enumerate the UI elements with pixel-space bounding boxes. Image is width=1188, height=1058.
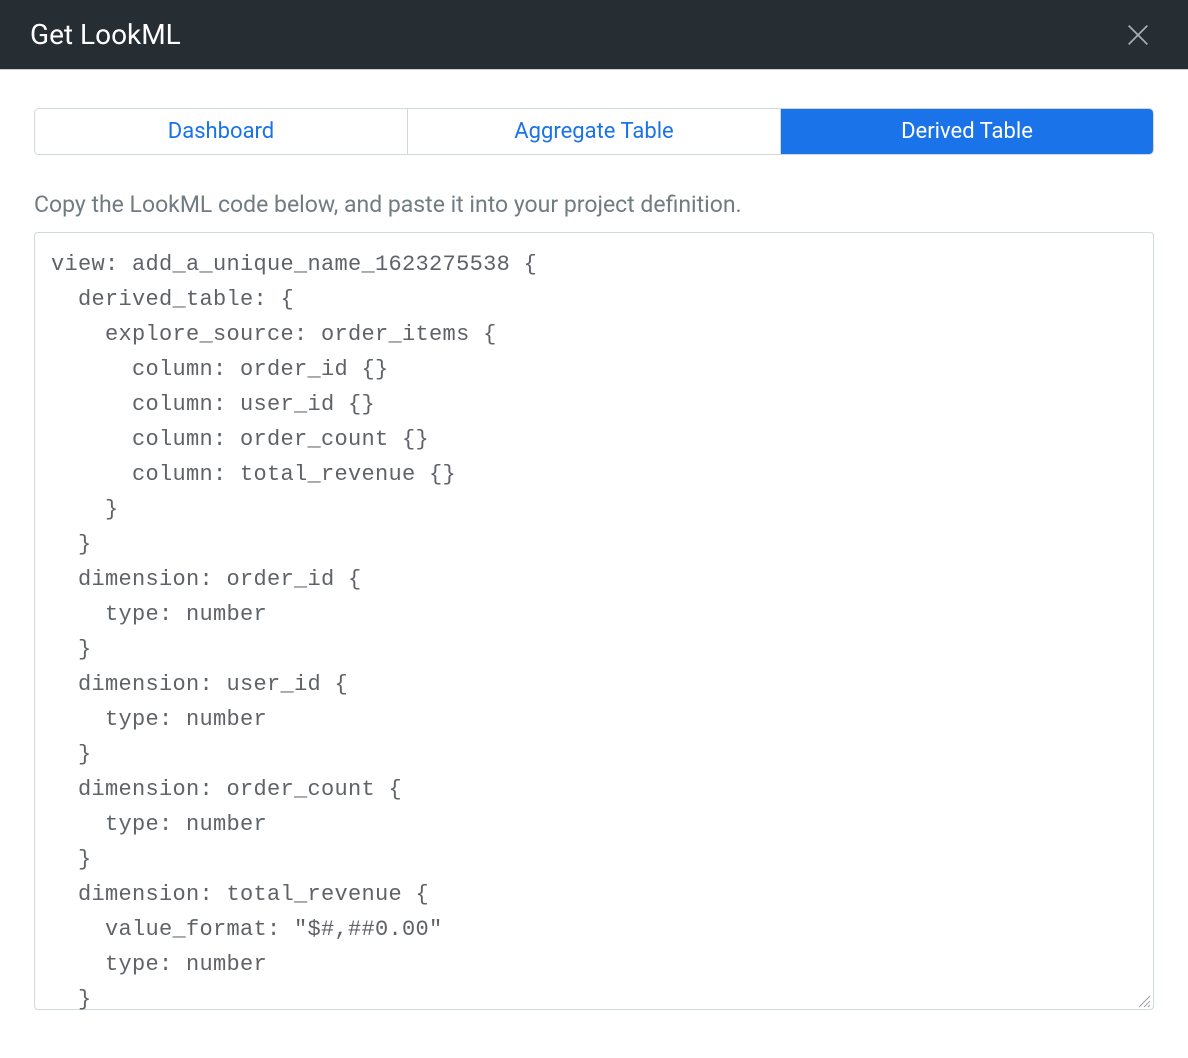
close-button[interactable]: [1118, 15, 1158, 55]
code-container: view: add_a_unique_name_1623275538 { der…: [34, 232, 1154, 1010]
tab-group: Dashboard Aggregate Table Derived Table: [34, 108, 1154, 155]
modal-content: Dashboard Aggregate Table Derived Table …: [0, 70, 1188, 1048]
code-block[interactable]: view: add_a_unique_name_1623275538 { der…: [35, 233, 1153, 1031]
tab-derived-table[interactable]: Derived Table: [781, 109, 1153, 154]
tab-aggregate-table[interactable]: Aggregate Table: [408, 109, 781, 154]
close-icon: [1124, 21, 1152, 49]
resize-handle[interactable]: [1137, 993, 1151, 1007]
modal-header: Get LookML: [0, 0, 1188, 70]
tab-dashboard[interactable]: Dashboard: [35, 109, 408, 154]
resize-icon: [1137, 994, 1151, 1008]
modal-title: Get LookML: [30, 18, 181, 51]
instruction-text: Copy the LookML code below, and paste it…: [34, 191, 1154, 218]
